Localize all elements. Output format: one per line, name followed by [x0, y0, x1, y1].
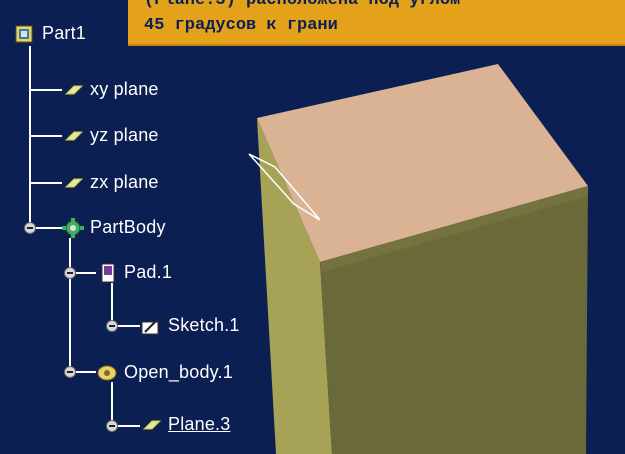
pad-icon — [101, 263, 115, 282]
plane3-expander[interactable] — [106, 420, 118, 432]
plane-icon — [142, 420, 162, 429]
tree-label: Pad.1 — [124, 262, 173, 282]
tree-node-sketch[interactable]: Sketch.1 — [140, 315, 240, 336]
tree-label: Open_body.1 — [124, 362, 233, 382]
plane-icon — [64, 178, 84, 187]
tree-node-open-body[interactable]: Open_body.1 — [96, 362, 233, 383]
tree-node-zx-plane[interactable]: zx plane — [62, 172, 159, 193]
part-icon — [15, 25, 33, 42]
tree-node-pad[interactable]: Pad.1 — [96, 262, 172, 283]
tree-label: Sketch.1 — [168, 315, 240, 335]
pad-expander[interactable] — [64, 267, 76, 279]
partbody-expander[interactable] — [24, 222, 36, 234]
open-body-expander[interactable] — [64, 366, 76, 378]
plane-icon — [64, 131, 84, 140]
3d-viewport[interactable]: Part1 xy plane yz plane zx plane PartBod… — [0, 0, 625, 454]
tree-node-yz-plane[interactable]: yz plane — [62, 125, 159, 146]
open-body-icon — [97, 365, 117, 380]
tree-label: zx plane — [90, 172, 159, 192]
sketch-icon — [141, 317, 159, 334]
sketch-expander[interactable] — [106, 320, 118, 332]
tree-label: PartBody — [90, 217, 166, 237]
tree-label: Plane.3 — [168, 414, 231, 434]
tree-node-plane3[interactable]: Plane.3 — [140, 414, 230, 435]
tree-label: Part1 — [42, 23, 87, 43]
tree-label: xy plane — [90, 79, 159, 99]
caption-box: (Plane.3) расположена под углом 45 граду… — [128, 0, 625, 46]
tree-node-xy-plane[interactable]: xy plane — [62, 79, 159, 100]
tree-node-partbody[interactable]: PartBody — [62, 217, 166, 238]
tree-node-part1[interactable]: Part1 — [14, 23, 86, 44]
plane-icon — [64, 85, 84, 94]
caption-line-1: (Plane.3) расположена под углом — [144, 0, 461, 10]
gear-body-icon — [62, 217, 84, 238]
tree-label: yz plane — [90, 125, 159, 145]
caption-line-2: 45 градусов к грани — [144, 16, 338, 35]
